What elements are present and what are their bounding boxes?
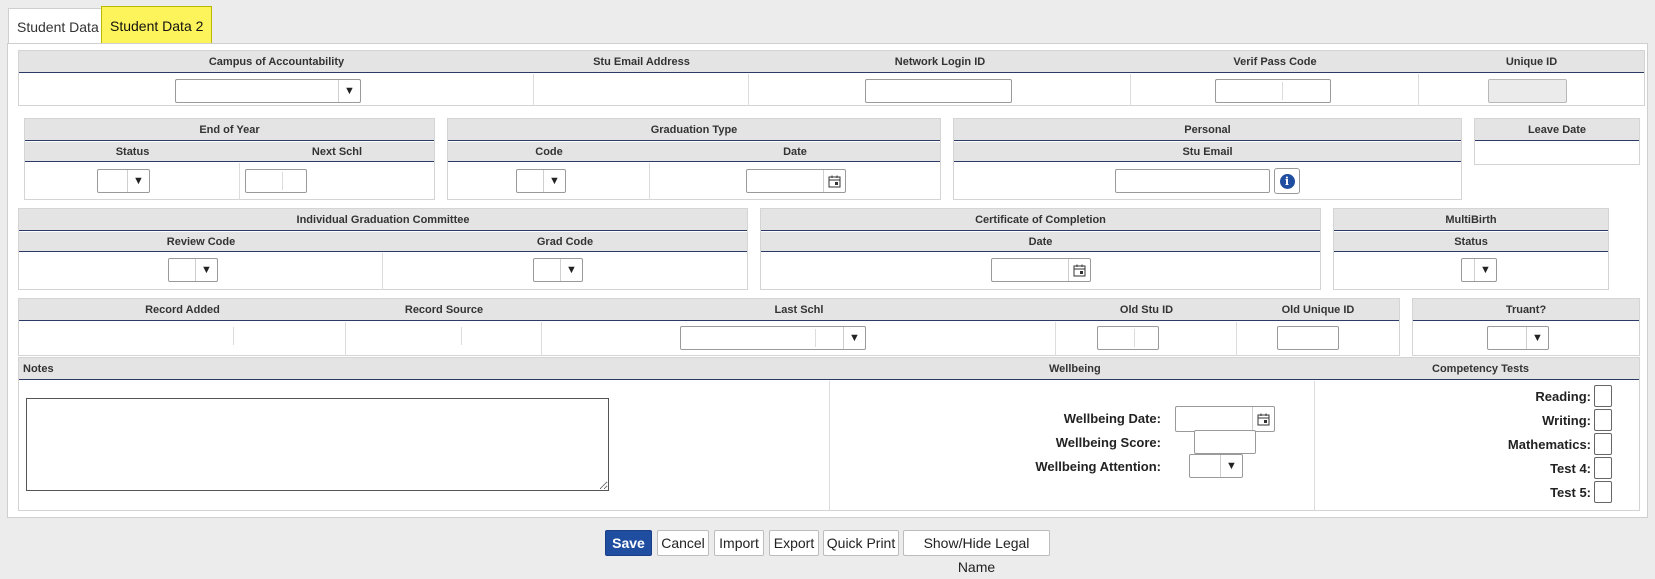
personal-header: Personal <box>954 119 1461 141</box>
grad-type-code-header: Code <box>448 142 650 162</box>
record-added-header: Record Added <box>19 299 346 321</box>
dropdown-arrow-icon: ▼ <box>1526 327 1548 349</box>
mathematics-checkbox[interactable] <box>1594 433 1612 455</box>
eoy-next-schl-header: Next Schl <box>240 142 434 162</box>
quick-print-button[interactable]: Quick Print <box>823 530 899 556</box>
leave-date-section: Leave Date <box>1474 118 1640 165</box>
unique-id-header: Unique ID <box>1419 51 1644 73</box>
test5-label: Test 5: <box>1550 485 1591 500</box>
dropdown-arrow-icon: ▼ <box>560 259 582 281</box>
calendar-icon[interactable] <box>823 170 845 192</box>
dropdown-arrow-icon: ▼ <box>338 80 360 102</box>
eoy-next-schl-input[interactable] <box>245 169 307 193</box>
wellbeing-score-input[interactable] <box>1194 430 1256 454</box>
show-hide-legal-name-button[interactable]: Show/Hide Legal Name <box>903 530 1050 575</box>
grad-type-date-input[interactable] <box>746 169 846 193</box>
dropdown-arrow-icon: ▼ <box>843 327 865 349</box>
notes-header: Notes <box>23 363 54 375</box>
dropdown-arrow-icon: ▼ <box>543 170 565 192</box>
import-button[interactable]: Import <box>714 530 764 556</box>
unique-id-input <box>1488 79 1567 103</box>
multibirth-section: MultiBirth Status ▼ <box>1333 208 1609 290</box>
stu-email-input[interactable] <box>1115 169 1270 193</box>
identity-section: Campus of Accountability Stu Email Addre… <box>18 50 1645 106</box>
reading-label: Reading: <box>1535 389 1591 404</box>
tab-student-data-2[interactable]: Student Data 2 <box>101 6 213 44</box>
save-button[interactable]: Save <box>605 530 652 556</box>
eoy-status-select[interactable]: ▼ <box>97 169 150 193</box>
truant-section: Truant? ▼ <box>1412 298 1640 356</box>
wellbeing-attention-label: Wellbeing Attention: <box>1035 459 1161 474</box>
truant-header: Truant? <box>1413 299 1639 321</box>
test4-checkbox[interactable] <box>1594 457 1612 479</box>
leave-date-header: Leave Date <box>1475 119 1639 141</box>
record-section: Record Added Record Source Last Schl Old… <box>18 298 1400 356</box>
wellbeing-header: Wellbeing <box>1049 363 1101 375</box>
grad-type-code-select[interactable]: ▼ <box>516 169 566 193</box>
certificate-header: Certificate of Completion <box>761 209 1320 231</box>
igc-header: Individual Graduation Committee <box>19 209 747 231</box>
graduation-type-section: Graduation Type Code Date ▼ <box>447 118 941 200</box>
dropdown-arrow-icon: ▼ <box>1220 455 1242 477</box>
competency-tests-header: Competency Tests <box>1432 363 1529 375</box>
igc-review-code-select[interactable]: ▼ <box>168 258 218 282</box>
stu-email-address-header: Stu Email Address <box>534 51 749 73</box>
personal-section: Personal Stu Email i <box>953 118 1462 200</box>
calendar-icon[interactable] <box>1252 407 1274 431</box>
calendar-icon[interactable] <box>1068 259 1090 281</box>
multibirth-header: MultiBirth <box>1334 209 1608 231</box>
certificate-section: Certificate of Completion Date <box>760 208 1321 290</box>
old-unique-id-header: Old Unique ID <box>1237 299 1399 321</box>
reading-checkbox[interactable] <box>1594 385 1612 407</box>
wellbeing-attention-select[interactable]: ▼ <box>1189 454 1243 478</box>
certificate-date-input[interactable] <box>991 258 1091 282</box>
campus-of-accountability-header: Campus of Accountability <box>19 51 534 73</box>
wellbeing-date-input[interactable] <box>1175 406 1275 432</box>
igc-section: Individual Graduation Committee Review C… <box>18 208 748 290</box>
old-stu-id-input[interactable] <box>1097 326 1159 350</box>
truant-select[interactable]: ▼ <box>1487 326 1549 350</box>
test4-label: Test 4: <box>1550 461 1591 476</box>
igc-review-code-header: Review Code <box>19 232 383 252</box>
igc-grad-code-select[interactable]: ▼ <box>533 258 583 282</box>
end-of-year-header: End of Year <box>25 119 434 141</box>
dropdown-arrow-icon: ▼ <box>1474 259 1496 281</box>
old-stu-id-header: Old Stu ID <box>1056 299 1237 321</box>
wellbeing-score-label: Wellbeing Score: <box>1055 435 1161 450</box>
end-of-year-section: End of Year Status Next Schl ▼ <box>24 118 435 200</box>
network-login-id-header: Network Login ID <box>749 51 1131 73</box>
mathematics-label: Mathematics: <box>1507 437 1591 452</box>
stu-email-header: Stu Email <box>954 142 1461 162</box>
test5-checkbox[interactable] <box>1594 481 1612 503</box>
old-unique-id-input[interactable] <box>1277 326 1339 350</box>
cancel-button[interactable]: Cancel <box>657 530 709 556</box>
writing-checkbox[interactable] <box>1594 409 1612 431</box>
certificate-date-header: Date <box>761 232 1320 252</box>
multibirth-status-header: Status <box>1334 232 1608 252</box>
dropdown-arrow-icon: ▼ <box>195 259 217 281</box>
multibirth-status-select[interactable]: ▼ <box>1461 258 1497 282</box>
network-login-id-input[interactable] <box>865 79 1012 103</box>
grad-type-date-header: Date <box>650 142 940 162</box>
verif-pass-code-input[interactable] <box>1215 79 1331 103</box>
graduation-type-header: Graduation Type <box>448 119 940 141</box>
notes-textarea[interactable] <box>26 398 609 491</box>
wellbeing-date-label: Wellbeing Date: <box>1063 411 1161 426</box>
dropdown-arrow-icon: ▼ <box>127 170 149 192</box>
last-schl-select[interactable]: ▼ <box>680 326 866 350</box>
verif-pass-code-header: Verif Pass Code <box>1131 51 1419 73</box>
writing-label: Writing: <box>1542 413 1591 428</box>
campus-of-accountability-select[interactable]: ▼ <box>175 79 361 103</box>
info-icon[interactable]: i <box>1274 168 1300 194</box>
record-source-header: Record Source <box>346 299 542 321</box>
export-button[interactable]: Export <box>769 530 819 556</box>
igc-grad-code-header: Grad Code <box>383 232 747 252</box>
eoy-status-header: Status <box>25 142 240 162</box>
notes-wellbeing-section: Notes Wellbeing Competency Tests Wellbei… <box>18 357 1640 511</box>
last-schl-header: Last Schl <box>542 299 1056 321</box>
